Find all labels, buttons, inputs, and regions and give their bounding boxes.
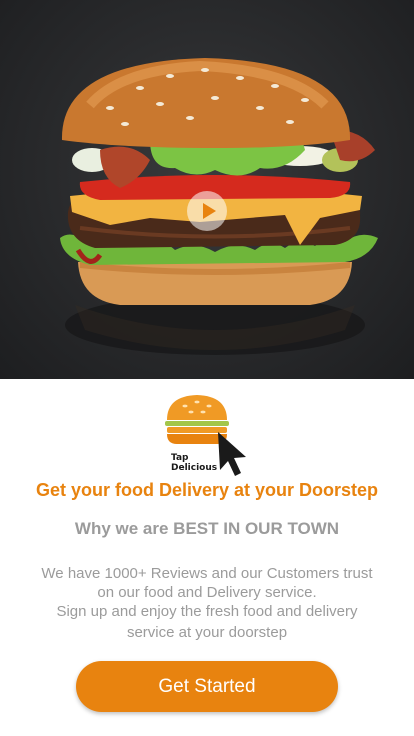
description: We have 1000+ Reviews and our Customers … <box>20 564 394 644</box>
subheadline: Why we are BEST IN OUR TOWN <box>74 519 340 538</box>
description-line3: Sign up and enjoy the fresh food and del… <box>56 603 358 620</box>
cursor-icon <box>218 432 246 476</box>
description-line1: We have 1000+ Reviews and our Customers … <box>41 565 373 582</box>
play-button[interactable] <box>187 191 227 231</box>
headline: Get your food Delivery at your Doorstep <box>35 480 379 500</box>
burger-photo <box>60 58 378 355</box>
logo-line1: Tap <box>171 453 189 463</box>
logo-line2: Delicious <box>171 463 217 473</box>
hero-image <box>0 0 414 379</box>
description-line2: on our food and Delivery service. <box>97 584 317 601</box>
get-started-button[interactable]: Get Started <box>76 661 338 712</box>
play-icon <box>202 203 216 219</box>
burger-cursor-logo: Tap Delicious <box>165 395 246 476</box>
description-line4: service at your doorstep <box>126 624 288 641</box>
